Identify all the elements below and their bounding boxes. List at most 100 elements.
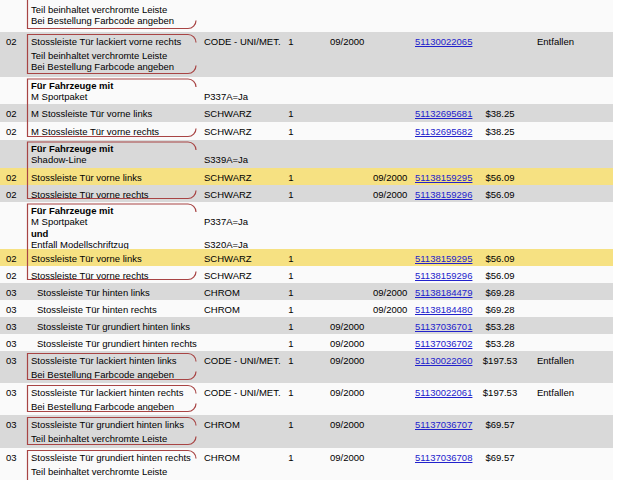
part-row[interactable]: 02Stossleiste Tür vorne rechtsSCHWARZ151…	[0, 266, 613, 283]
group-header-row: Für Fahrzeuge mitM Sportpaket P337A=Ja und…	[0, 202, 613, 249]
price-cell: $197.53	[460, 387, 540, 398]
description-cell: Stossleiste Tür vorne links	[31, 253, 142, 264]
part-row[interactable]: 03Stossleiste Tür grundiert hinten links…	[0, 317, 613, 334]
price-cell: $56.09	[460, 172, 540, 183]
quantity-cell: 1	[283, 36, 299, 47]
position-cell: 03	[6, 387, 17, 398]
price-cell: $69.28	[460, 304, 540, 315]
note-line: Teil beinhaltet verchromte Leiste	[31, 50, 167, 61]
date-until-cell: 09/2000	[330, 452, 364, 463]
note-continuation-row: Teil beinhaltet verchromte LeisteBei Bes…	[0, 0, 613, 32]
quantity-cell: 1	[283, 287, 299, 298]
position-cell: 02	[6, 108, 17, 119]
color-cell: SCHWARZ	[204, 253, 252, 264]
price-cell: $53.28	[460, 338, 540, 349]
description-cell: Stossleiste Tür lackiert hinten rechts	[31, 387, 183, 398]
part-row[interactable]: 02Stossleiste Tür vorne linksSCHWARZ1511…	[0, 249, 613, 266]
date-from-cell: 09/2000	[373, 172, 407, 183]
quantity-cell: 1	[283, 126, 299, 137]
group-header-row: Für Fahrzeuge mitShadow-LineS339A=Ja	[0, 140, 613, 168]
date-until-cell: 09/2000	[330, 321, 364, 332]
quantity-cell: 1	[283, 355, 299, 366]
header-label: Für Fahrzeuge mit	[31, 80, 113, 91]
date-from-cell: 09/2000	[373, 189, 407, 200]
quantity-cell: 1	[283, 304, 299, 315]
date-from-cell: 09/2000	[373, 304, 407, 315]
part-number-link[interactable]: 51130022065	[415, 36, 472, 47]
position-cell: 02	[6, 189, 17, 200]
header-label: und	[31, 228, 48, 239]
header-label: Shadow-Line	[31, 154, 86, 165]
part-row[interactable]: 03Stossleiste Tür hinten linksCHROM109/2…	[0, 283, 613, 300]
description-cell: Stossleiste Tür hinten rechts	[37, 304, 157, 315]
color-cell: CHROM	[204, 419, 240, 430]
position-cell: 02	[6, 270, 17, 281]
description-cell: Stossleiste Tür vorne rechts	[31, 189, 149, 200]
color-cell: CHROM	[204, 287, 240, 298]
date-from-cell: 09/2000	[373, 287, 407, 298]
position-cell: 02	[6, 172, 17, 183]
color-cell: CHROM	[204, 304, 240, 315]
position-cell: 03	[6, 287, 17, 298]
header-label: Für Fahrzeuge mit	[31, 205, 113, 216]
description-cell: Stossleiste Tür lackiert hinten links	[31, 355, 177, 366]
parts-table: Teil beinhaltet verchromte Leiste Bei Bes…	[0, 0, 613, 480]
quantity-cell: 1	[283, 172, 299, 183]
position-cell: 03	[6, 419, 17, 430]
header-label: M Sportpaket	[31, 216, 88, 227]
date-until-cell: 09/2000	[330, 419, 364, 430]
price-cell: $53.28	[460, 321, 540, 332]
price-cell: $69.57	[460, 452, 540, 463]
color-cell: SCHWARZ	[204, 126, 252, 137]
part-row[interactable]: 02M Stossleiste Tür vorne linksSCHWARZ15…	[0, 104, 613, 122]
price-cell: $56.09	[460, 253, 540, 264]
part-row[interactable]: 03 Stossleiste Tür lackiert hinten rechts…	[0, 383, 613, 415]
color-cell: SCHWARZ	[204, 172, 252, 183]
part-row[interactable]: 03Stossleiste Tür lackiert hinten linksC…	[0, 351, 613, 383]
position-cell: 02	[6, 253, 17, 264]
price-cell: $69.57	[460, 419, 540, 430]
color-cell: CHROM	[204, 452, 240, 463]
quantity-cell: 1	[283, 321, 299, 332]
color-cell: SCHWARZ	[204, 189, 252, 200]
quantity-cell: 1	[283, 253, 299, 264]
note-line: Bei Bestellung Farbcode angeben	[31, 401, 174, 412]
part-row[interactable]: 02Stossleiste Tür lackiert vorne rechtsC…	[0, 32, 613, 77]
description-cell: Stossleiste Tür grundiert hinten rechts	[37, 338, 197, 349]
quantity-cell: 1	[283, 338, 299, 349]
date-until-cell: 09/2000	[330, 338, 364, 349]
status-cell: Entfallen	[537, 355, 574, 366]
color-cell: SCHWARZ	[204, 108, 252, 119]
date-until-cell: 09/2000	[330, 36, 364, 47]
description-cell: Stossleiste Tür vorne rechts	[31, 270, 149, 281]
note-line: Teil beinhaltet verchromte Leiste	[31, 4, 167, 15]
description-cell: Stossleiste Tür grundiert hinten links	[37, 321, 190, 332]
header-value: P337A=Ja	[204, 216, 248, 227]
part-row[interactable]: 02 Stossleiste Tür vorne links SCHWARZ 1 09/…	[0, 168, 613, 185]
date-until-cell: 09/2000	[330, 355, 364, 366]
date-until-cell: 09/2000	[330, 387, 364, 398]
quantity-cell: 1	[283, 452, 299, 463]
status-cell: Entfallen	[537, 387, 574, 398]
description-cell: Stossleiste Tür grundiert hinten links	[31, 419, 184, 430]
header-label: M Sportpaket	[31, 91, 88, 102]
quantity-cell: 1	[283, 387, 299, 398]
price-cell: $197.53	[460, 355, 540, 366]
note-line: Teil beinhaltet verchromte Leiste	[31, 466, 167, 477]
description-cell: Stossleiste Tür lackiert vorne rechts	[31, 36, 181, 47]
color-cell: CODE - UNI/MET.	[204, 355, 281, 366]
part-row[interactable]: 02Stossleiste Tür vorne rechtsSCHWARZ109…	[0, 185, 613, 202]
description-cell: Stossleiste Tür grundiert hinten rechts	[31, 452, 191, 463]
part-row[interactable]: 03 Stossleiste Tür grundiert hinten links…	[0, 415, 613, 448]
position-cell: 03	[6, 304, 17, 315]
part-row[interactable]: 03 Stossleiste Tür hinten rechts CHROM 1 09/…	[0, 300, 613, 317]
quantity-cell: 1	[283, 270, 299, 281]
color-cell: SCHWARZ	[204, 270, 252, 281]
position-cell: 03	[6, 452, 17, 463]
price-cell: $38.25	[460, 108, 540, 119]
part-row[interactable]: 03Stossleiste Tür grundiert hinten recht…	[0, 334, 613, 351]
part-row[interactable]: 02M Stossleiste Tür vorne rechtsSCHWARZ1…	[0, 122, 613, 140]
description-cell: Stossleiste Tür vorne links	[31, 172, 142, 183]
part-row[interactable]: 03 Stossleiste Tür grundiert hinten recht…	[0, 448, 613, 480]
quantity-cell: 1	[283, 108, 299, 119]
